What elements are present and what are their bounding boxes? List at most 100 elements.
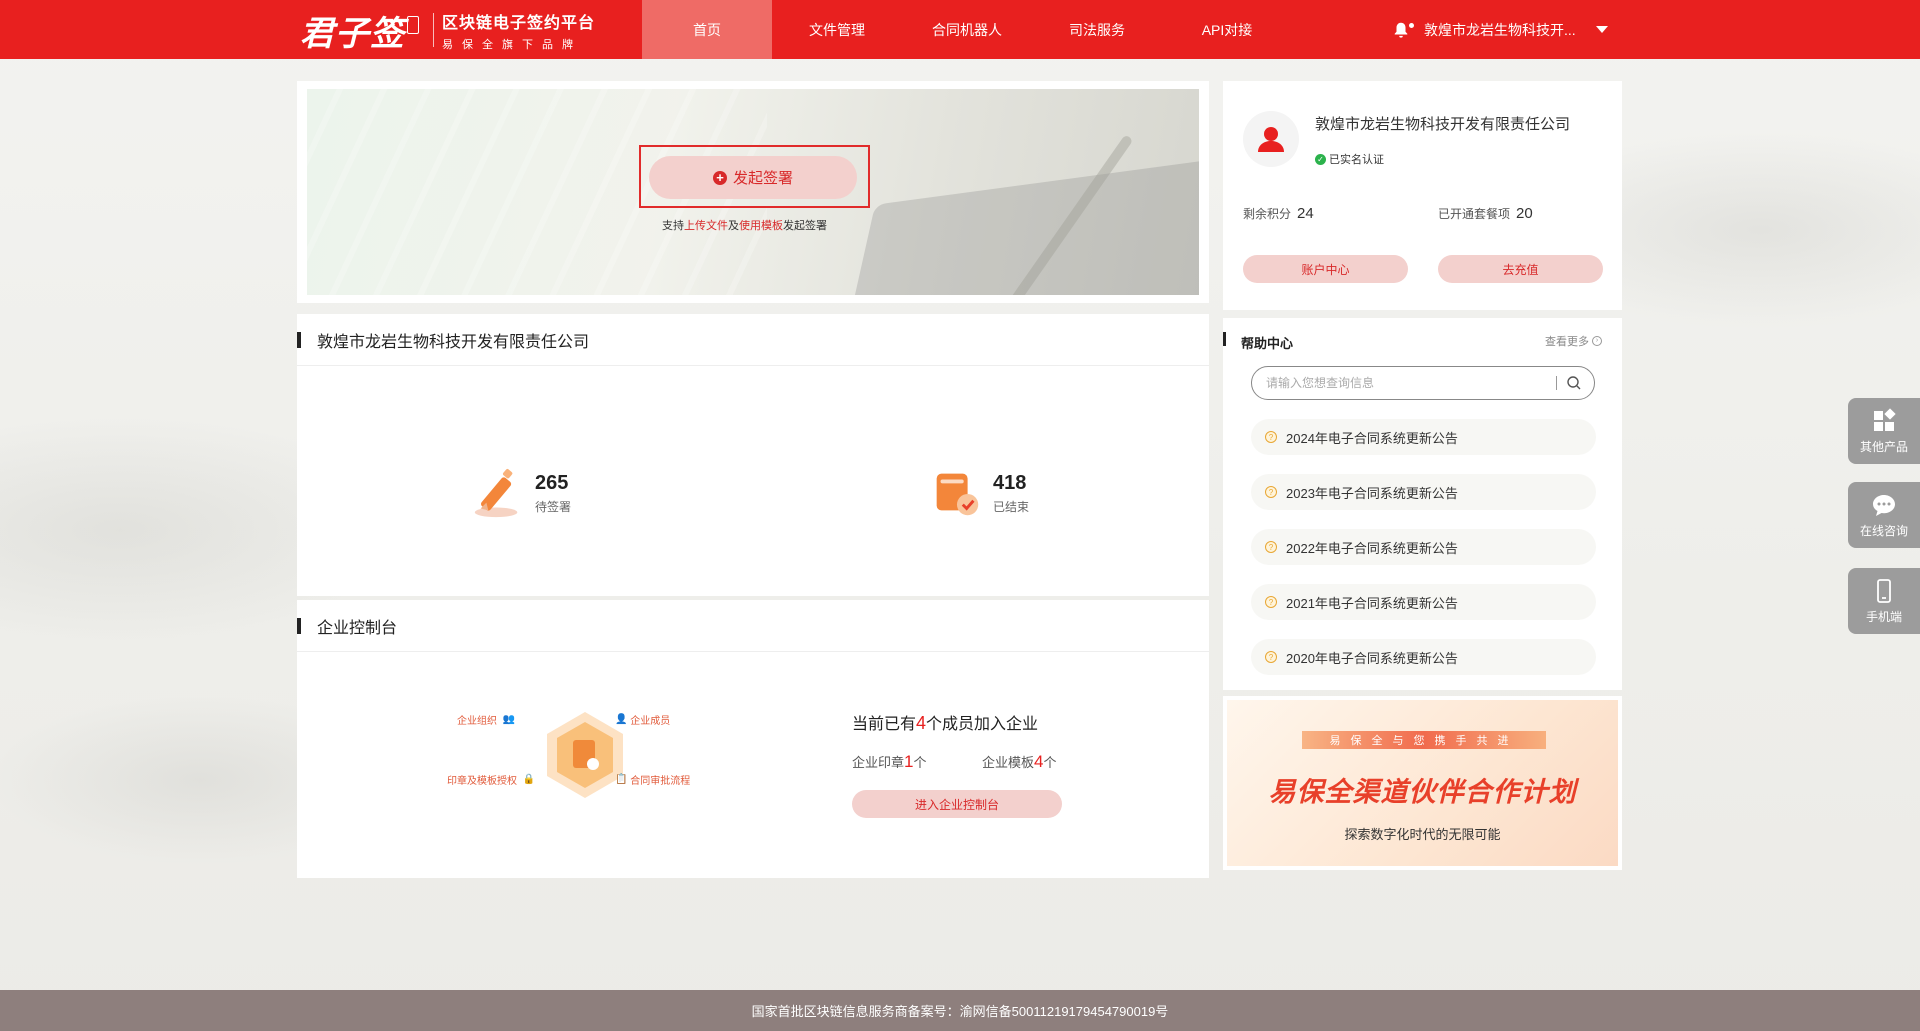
console-hex-icon (547, 712, 623, 798)
online-consult-button[interactable]: 在线咨询 (1848, 482, 1920, 548)
diagram-members: 👤 企业成员 (615, 714, 671, 727)
avatar[interactable] (1243, 111, 1299, 167)
brand[interactable]: 君子签 区块链电子签约平台 易保全旗下品牌 (300, 8, 595, 54)
nav-file-management[interactable]: 文件管理 (772, 0, 902, 59)
notice-item[interactable]: ? 2024年电子合同系统更新公告 (1251, 419, 1596, 455)
promo-ribbon: 易保全与您携手共进 (1302, 731, 1546, 749)
nav-api[interactable]: API对接 (1162, 0, 1292, 59)
hero-tablet-graphic (844, 154, 1199, 295)
promo-banner-image: 易保全与您携手共进 易保全渠道伙伴合作计划 探索数字化时代的无限可能 (1227, 700, 1618, 866)
help-header: 帮助中心 查看更多 › (1223, 318, 1622, 362)
upload-file-link[interactable]: 上传文件 (684, 220, 728, 232)
stat-finished[interactable]: 418 已结束 (927, 464, 1029, 522)
members-summary: 当前已有4个成员加入企业 (852, 713, 1039, 733)
footer: 国家首批区块链信息服务商备案号：渝网信备50011219179454790019… (0, 990, 1920, 1031)
recharge-button[interactable]: 去充值 (1438, 255, 1603, 283)
help-more-link[interactable]: 查看更多 › (1545, 333, 1602, 349)
brand-logo: 君子签 (300, 13, 405, 54)
company-title: 敦煌市龙岩生物科技开发有限责任公司 (297, 314, 1209, 366)
verified-label: 已实名认证 (1329, 154, 1384, 166)
console-diagram: 企业组织 👥 👤 企业成员 印章及模板授权 🔒 📋 合同审批流程 (447, 680, 717, 830)
notice-icon: ? (1265, 541, 1277, 553)
grid-icon (1874, 407, 1896, 431)
mobile-button[interactable]: 手机端 (1848, 568, 1920, 634)
profile-company-name: 敦煌市龙岩生物科技开发有限责任公司 (1315, 116, 1571, 133)
brand-text: 区块链电子签约平台 易保全旗下品牌 (442, 9, 595, 52)
packages-label: 已开通套餐项 (1438, 207, 1511, 221)
hero-hint: 支持上传文件及使用模板发起签署 (662, 217, 827, 233)
notice-item[interactable]: ? 2022年电子合同系统更新公告 (1251, 529, 1596, 565)
notice-icon: ? (1265, 486, 1277, 498)
footer-record-text: 国家首批区块链信息服务商备案号：渝网信备50011219179454790019… (751, 1004, 1169, 1019)
enter-console-button[interactable]: 进入企业控制台 (852, 790, 1062, 818)
notice-icon: ? (1265, 651, 1277, 663)
pen-icon (474, 469, 518, 518)
console-meta: 企业印章1个 企业模板4个 (852, 752, 1062, 772)
template-count: 企业模板4个 (982, 752, 1057, 771)
nav-judicial-service[interactable]: 司法服务 (1032, 0, 1162, 59)
hint-suffix: 发起签署 (783, 220, 827, 232)
start-sign-button[interactable]: + 发起签署 (649, 156, 857, 199)
chevron-down-icon[interactable] (1596, 26, 1608, 33)
search-icon[interactable] (1563, 372, 1585, 394)
brand-divider (433, 13, 434, 47)
pending-label: 待签署 (535, 499, 572, 514)
promo-subtitle: 探索数字化时代的无限可能 (1344, 827, 1501, 842)
notification-dot (1409, 22, 1414, 28)
packages-stat: 已开通套餐项 20 (1438, 205, 1533, 222)
notice-item[interactable]: ? 2021年电子合同系统更新公告 (1251, 584, 1596, 620)
bell-icon[interactable] (1392, 21, 1414, 39)
user-area: 敦煌市龙岩生物科技开... (1392, 0, 1608, 59)
points-label: 剩余积分 (1243, 207, 1292, 221)
user-name[interactable]: 敦煌市龙岩生物科技开... (1424, 20, 1586, 40)
search-separator (1556, 376, 1557, 390)
brand-title: 区块链电子签约平台 (442, 14, 596, 32)
nav-home[interactable]: 首页 (642, 0, 772, 59)
online-consult-label: 在线咨询 (1859, 523, 1908, 538)
diagram-approval: 📋 合同审批流程 (615, 774, 691, 787)
diagram-org: 企业组织 👥 (457, 714, 516, 727)
hint-prefix: 支持 (662, 220, 684, 232)
seal-count: 企业印章1个 (852, 752, 927, 771)
chevron-right-icon: › (1592, 336, 1602, 346)
help-center-card: 帮助中心 查看更多› ?2024年电子合同系统更新公告 ?2023年电子合同系统… (1223, 318, 1622, 690)
main-nav: 首页 文件管理 合同机器人 司法服务 API对接 (642, 0, 1292, 59)
help-search (1251, 366, 1595, 400)
mobile-label: 手机端 (1865, 609, 1902, 624)
verified-badge: ✓ 已实名认证 (1315, 151, 1384, 167)
use-template-link[interactable]: 使用模板 (739, 220, 783, 232)
finished-count: 418 (993, 471, 1027, 494)
diagram-seal-auth: 印章及模板授权 🔒 (447, 774, 536, 787)
nav-contract-robot[interactable]: 合同机器人 (902, 0, 1032, 59)
chat-icon (1873, 494, 1895, 516)
company-card: 敦煌市龙岩生物科技开发有限责任公司 265 待签署 418 已结束 (297, 314, 1209, 596)
points-stat: 剩余积分 24 (1243, 205, 1314, 222)
plus-icon: + (712, 170, 727, 185)
top-navigation-bar: 君子签 区块链电子签约平台 易保全旗下品牌 首页 文件管理 合同机器人 司法服务… (0, 0, 1920, 59)
finished-label: 已结束 (993, 499, 1030, 514)
check-icon: ✓ (1315, 153, 1326, 165)
start-sign-label: 发起签署 (732, 170, 793, 187)
phone-icon (1877, 578, 1891, 603)
stat-pending[interactable]: 265 待签署 (469, 464, 571, 522)
notice-item[interactable]: ? 2020年电子合同系统更新公告 (1251, 639, 1596, 675)
packages-value: 20 (1516, 205, 1533, 222)
brand-stamp-icon (407, 16, 419, 34)
notice-icon: ? (1265, 596, 1277, 608)
hint-and: 及 (728, 220, 739, 232)
finished-doc-icon (936, 473, 979, 516)
other-products-label: 其他产品 (1859, 439, 1908, 454)
brand-subtitle: 易保全旗下品牌 (442, 38, 582, 51)
user-icon (1258, 127, 1284, 152)
console-card: 企业控制台 企业组织 👥 👤 企业成员 印章及模板授权 🔒 📋 合同审批流程 当… (297, 600, 1209, 878)
promo-card[interactable]: 易保全与您携手共进 易保全渠道伙伴合作计划 探索数字化时代的无限可能 (1223, 696, 1622, 870)
notice-item[interactable]: ? 2023年电子合同系统更新公告 (1251, 474, 1596, 510)
help-search-input[interactable] (1266, 376, 1556, 390)
console-info: 当前已有4个成员加入企业 企业印章1个 企业模板4个 进入企业控制台 (852, 710, 1062, 818)
help-title: 帮助中心 (1241, 336, 1294, 351)
account-center-button[interactable]: 账户中心 (1243, 255, 1408, 283)
notice-icon: ? (1265, 431, 1277, 443)
points-value: 24 (1297, 205, 1314, 222)
pending-count: 265 (535, 471, 569, 494)
other-products-button[interactable]: 其他产品 (1848, 398, 1920, 464)
